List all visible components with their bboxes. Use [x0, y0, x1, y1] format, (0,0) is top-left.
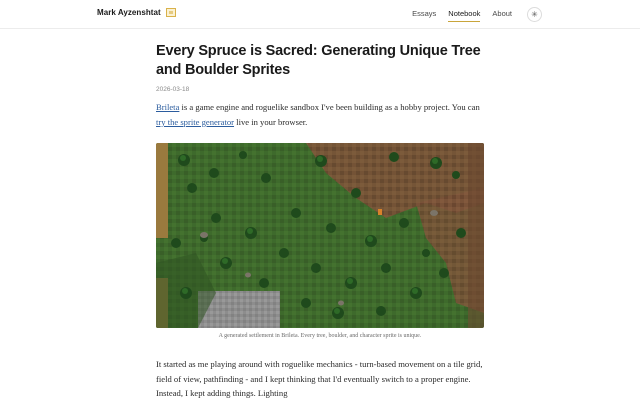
body-paragraph: It started as me playing around with rog…	[156, 359, 483, 398]
theme-toggle-button[interactable]: ✳	[527, 7, 542, 22]
settlement-screenshot	[156, 143, 484, 328]
game-scene-image	[156, 143, 484, 328]
intro-text-1: is a game engine and roguelike sandbox I…	[179, 102, 480, 112]
sun-icon: ✳	[531, 10, 538, 19]
nav-essays[interactable]: Essays	[412, 9, 436, 22]
article: Every Spruce is Sacred: Generating Uniqu…	[156, 42, 484, 129]
sprite-generator-link[interactable]: try the sprite generator	[156, 117, 234, 127]
logo-icon	[165, 8, 176, 17]
intro-paragraph: Brileta is a game engine and roguelike s…	[156, 100, 484, 129]
page-title: Every Spruce is Sacred: Generating Uniqu…	[156, 43, 481, 78]
nav-notebook[interactable]: Notebook	[448, 9, 481, 22]
post-date: 2026-03-18	[156, 86, 190, 93]
figure-caption: A generated settlement in Brileta. Every…	[218, 333, 422, 339]
intro-text-2: live in your browser.	[234, 116, 308, 127]
brileta-link[interactable]: Brileta	[156, 102, 179, 112]
nav-about[interactable]: About	[492, 9, 512, 22]
site-title[interactable]: Mark Ayzenshtat	[97, 8, 161, 17]
brand[interactable]: Mark Ayzenshtat	[97, 8, 176, 17]
site-header: Mark Ayzenshtat Essays Notebook About ✳	[0, 0, 640, 29]
main-nav: Essays Notebook About	[412, 9, 512, 22]
